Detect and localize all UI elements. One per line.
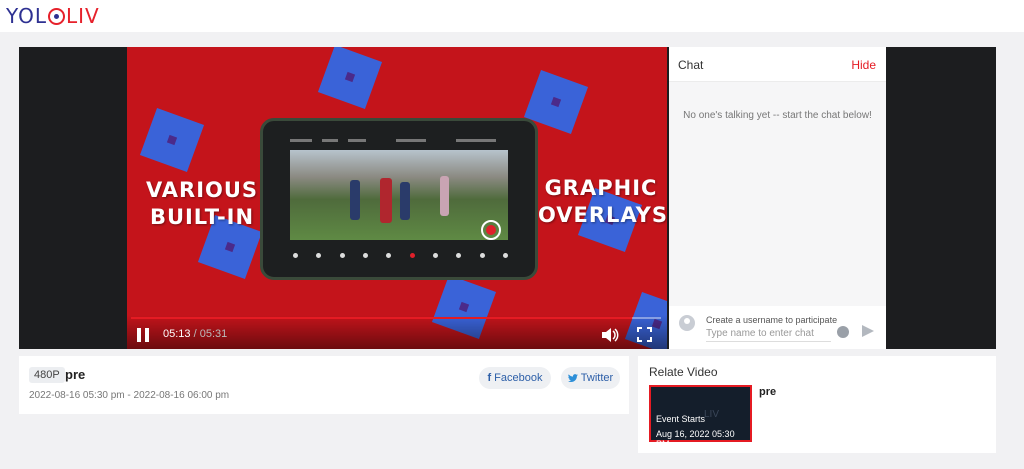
player-area: VARIOUS BUILT-IN GRAPHIC OVERLAYS 05:13 … [19,47,996,349]
overlay-line: GRAPHIC [544,176,658,200]
video-player[interactable]: VARIOUS BUILT-IN GRAPHIC OVERLAYS 05:13 … [127,47,667,349]
tablet-graphic [260,118,538,280]
progress-fill [131,317,632,319]
video-info-panel: 480P pre 2022-08-16 05:30 pm - 2022-08-1… [19,356,629,414]
thumbnail-watermark: LIV [704,409,720,420]
video-dates: 2022-08-16 05:30 pm - 2022-08-16 06:00 p… [29,390,230,401]
related-video-panel: Relate Video LIV Event Starts Aug 16, 20… [638,356,996,453]
duration: 05:31 [199,328,228,340]
emoji-icon[interactable] [837,326,849,338]
twitter-share-button[interactable]: Twitter [561,367,620,389]
user-avatar-icon [679,315,695,331]
chat-panel: Chat Hide No one's talking yet -- start … [669,47,886,349]
volume-icon[interactable] [601,327,619,343]
facebook-share-button[interactable]: f Facebook [479,367,551,389]
top-bar: YOL LIV [0,0,1024,32]
video-title: pre [65,367,86,382]
logo-text-right: LIV [66,4,100,28]
time-display: 05:13 / 05:31 [163,328,227,340]
chat-name-input[interactable] [706,326,831,342]
related-heading: Relate Video [649,365,718,379]
send-icon[interactable] [862,325,874,337]
logo-target-icon [48,7,66,25]
player-controls: 05:13 / 05:31 [127,315,667,349]
chat-title: Chat [678,58,704,72]
fullscreen-icon[interactable] [637,327,652,342]
chat-hide-button[interactable]: Hide [851,58,876,72]
decor-square [139,107,205,173]
twitter-label: Twitter [580,372,614,384]
overlay-line: OVERLAYS [538,203,667,227]
decor-square [317,47,383,110]
progress-bar[interactable] [131,317,661,319]
facebook-icon: f [487,372,492,384]
chat-prompt: Create a username to participate [706,315,838,325]
related-status: Event Starts [656,414,706,424]
overlay-line: BUILT-IN [149,205,255,229]
pause-icon[interactable] [137,328,149,342]
current-time: 05:13 [163,328,191,340]
overlay-line: VARIOUS [145,178,259,202]
chat-footer: Create a username to participate [669,306,886,349]
facebook-label: Facebook [494,372,543,384]
logo-text-left: YOL [6,4,48,28]
record-ring-icon [481,220,501,240]
tablet-screen [290,150,508,240]
resolution-badge: 480P [29,367,65,383]
related-video-title[interactable]: pre [759,386,776,398]
related-date: Aug 16, 2022 05:30 PM [656,429,735,449]
twitter-icon [567,373,578,382]
overlay-text-right: GRAPHIC OVERLAYS [538,175,667,229]
time-separator: / [190,328,200,340]
tablet-toolbar [293,249,508,261]
chat-empty-message: No one's talking yet -- start the chat b… [683,110,872,121]
chat-header: Chat Hide [669,47,886,82]
tablet-status-bar [290,135,508,145]
yololiv-logo[interactable]: YOL LIV [6,4,100,28]
overlay-text-left: VARIOUS BUILT-IN [143,177,261,231]
related-video-thumbnail[interactable]: LIV Event Starts Aug 16, 2022 05:30 PM [649,385,752,449]
